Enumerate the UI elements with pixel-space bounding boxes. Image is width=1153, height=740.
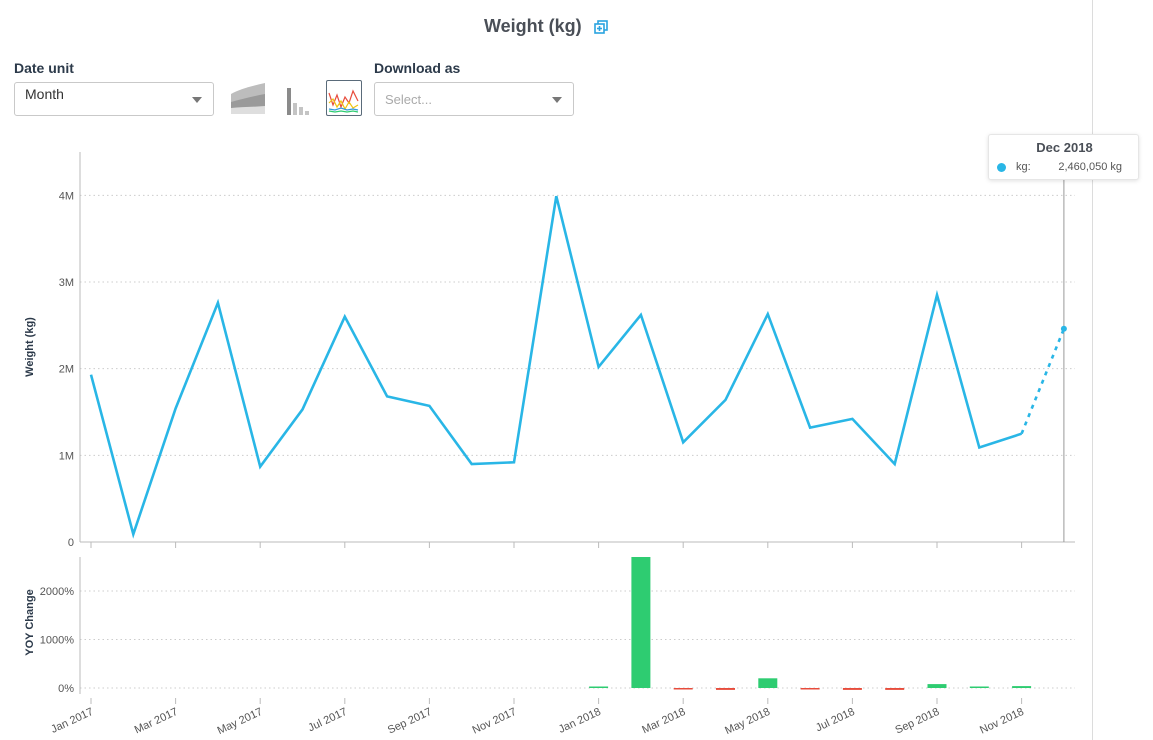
chart-tooltip: Dec 2018 kg: 2,460,050 kg <box>988 134 1139 180</box>
x-tick-label: Nov 2018 <box>978 706 1026 737</box>
x-tick-label: Jan 2017 <box>49 706 95 736</box>
yoy-bar <box>927 684 947 688</box>
x-tick-label: May 2018 <box>723 706 772 737</box>
y-tick-label: 3M <box>59 277 74 289</box>
x-tick-label: May 2017 <box>216 706 265 737</box>
yoy-bar <box>673 688 693 690</box>
yoy-bar <box>1012 686 1032 688</box>
y-tick-label: 1000% <box>40 634 74 646</box>
yoy-bar <box>885 688 905 690</box>
tooltip-key: kg: <box>1016 161 1031 173</box>
y-axis-label: Weight (kg) <box>24 317 36 377</box>
series-line <box>89 195 1023 539</box>
x-tick-label: Sep 2017 <box>386 706 434 737</box>
x-tick-label: Sep 2018 <box>894 706 942 737</box>
tooltip-title: Dec 2018 <box>1036 140 1093 155</box>
x-tick-label: Jul 2018 <box>814 706 857 734</box>
y-tick-label: 1M <box>59 450 74 462</box>
x-tick-label: Jan 2018 <box>557 706 603 736</box>
yoy-bar <box>800 688 820 690</box>
yoy-bar <box>758 678 778 688</box>
yoy-bar <box>842 688 862 690</box>
y-tick-label: 4M <box>59 190 74 202</box>
weight-charts: 0 1M 2M 3M 4M Weight (kg) 0% 1000% 2000% YOY Chan… <box>24 152 1075 737</box>
series-point-highlight <box>1060 325 1067 332</box>
yoy-bar <box>969 686 989 688</box>
x-tick-label: Jul 2017 <box>306 706 349 734</box>
y-tick-label: 2000% <box>40 586 74 598</box>
series-line-incomplete <box>1020 328 1066 435</box>
y-axis-label: YOY Change <box>24 589 36 655</box>
y-tick-label: 2M <box>59 364 74 376</box>
yoy-bar <box>631 557 651 688</box>
x-tick-label: Mar 2017 <box>133 706 180 737</box>
y-tick-label: 0% <box>58 683 74 695</box>
x-tick-label: Mar 2018 <box>640 706 687 737</box>
yoy-bar <box>716 688 735 690</box>
y-tick-label: 0 <box>68 537 74 549</box>
x-tick-label: Nov 2017 <box>471 706 519 737</box>
yoy-bar <box>589 686 609 688</box>
tooltip-series-dot <box>997 163 1006 172</box>
tooltip-value: 2,460,050 kg <box>1058 161 1122 173</box>
